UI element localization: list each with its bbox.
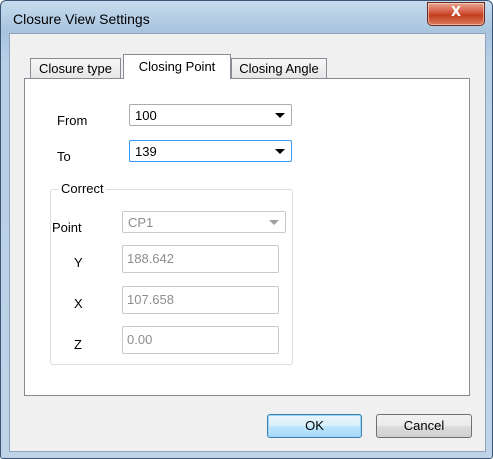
- x-field-value: 107.658: [127, 292, 174, 307]
- tab-closing-angle[interactable]: Closing Angle: [231, 58, 327, 78]
- to-select-value: 139: [135, 144, 157, 159]
- y-label: Y: [74, 255, 83, 270]
- to-label: To: [57, 149, 71, 164]
- x-field[interactable]: 107.658: [122, 286, 279, 314]
- point-select-value: CP1: [128, 215, 154, 230]
- ok-button[interactable]: OK: [267, 414, 362, 438]
- cancel-button[interactable]: Cancel: [376, 414, 472, 438]
- to-select[interactable]: 139: [129, 140, 292, 162]
- correct-group-title: Correct: [59, 181, 106, 196]
- y-field-value: 188.642: [127, 251, 174, 266]
- tab-closure-type[interactable]: Closure type: [30, 58, 121, 78]
- correct-group: Correct Point CP1 Y 188.642 X 107.658 Z …: [50, 181, 293, 365]
- x-label: X: [74, 296, 83, 311]
- z-field-value: 0.00: [127, 332, 153, 347]
- dialog-window: Closure View Settings X Closure type Clo…: [0, 0, 493, 459]
- dialog-client-area: Closure type Closing Point Closing Angle…: [9, 33, 486, 452]
- y-field[interactable]: 188.642: [122, 245, 279, 273]
- point-label: Point: [52, 220, 82, 235]
- point-select[interactable]: CP1: [122, 211, 286, 233]
- chevron-down-icon: [275, 149, 285, 154]
- from-select-value: 100: [135, 108, 157, 123]
- window-title: Closure View Settings: [13, 11, 150, 27]
- from-select[interactable]: 100: [129, 104, 292, 126]
- z-label: Z: [74, 337, 82, 352]
- tab-closing-point[interactable]: Closing Point: [123, 54, 231, 79]
- close-icon: X: [450, 5, 462, 20]
- z-field[interactable]: 0.00: [122, 326, 279, 354]
- close-button[interactable]: X: [427, 2, 485, 26]
- from-label: From: [57, 113, 88, 128]
- chevron-down-icon: [269, 220, 279, 225]
- chevron-down-icon: [275, 113, 285, 118]
